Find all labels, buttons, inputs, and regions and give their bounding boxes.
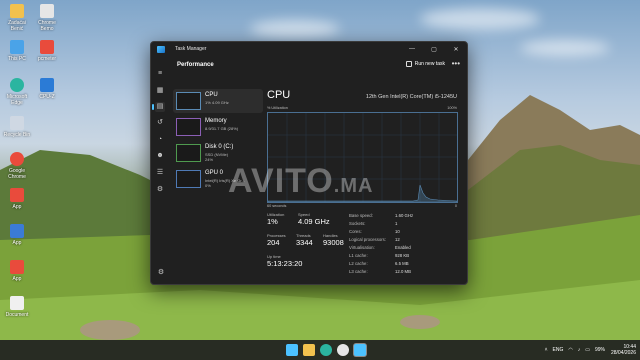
stat-utilization: Utilization 1% bbox=[267, 212, 285, 226]
chrome-icon bbox=[40, 4, 54, 18]
desktop-icon-google-chrome[interactable]: Google Chrome bbox=[2, 152, 32, 180]
cpu-mini-graph bbox=[176, 92, 201, 110]
taskbar: ˄ ENG ◠ ♪ ▭ 99% 10:44 28/04/2026 bbox=[0, 340, 640, 360]
run-new-task-button[interactable]: Run new task bbox=[405, 61, 445, 67]
folder-icon bbox=[10, 4, 24, 18]
document-icon bbox=[10, 296, 24, 310]
app-icon bbox=[10, 188, 24, 202]
edge-icon bbox=[10, 78, 24, 92]
app-icon bbox=[40, 78, 54, 92]
details-icon[interactable]: ☰ bbox=[155, 168, 165, 178]
app-history-icon[interactable]: ↺ bbox=[155, 118, 165, 128]
processor-name: 12th Gen Intel(R) Core(TM) i5-1245U bbox=[365, 94, 457, 100]
battery-icon[interactable]: ▭ bbox=[585, 347, 590, 353]
app-icon bbox=[10, 224, 24, 238]
battery-percent: 99% bbox=[594, 347, 605, 353]
chrome-icon bbox=[10, 152, 24, 166]
task-manager-icon bbox=[157, 45, 165, 53]
spec-row: Base speed: 1.60 GHz bbox=[349, 213, 414, 218]
spec-row: Logical processors: 12 bbox=[349, 237, 400, 242]
users-icon[interactable]: ☻ bbox=[155, 151, 165, 161]
page-header: Performance Run new task ••• bbox=[169, 56, 467, 74]
graph-label: % Utilization bbox=[267, 106, 288, 110]
task-manager-taskbar-icon[interactable] bbox=[354, 344, 366, 356]
processes-icon[interactable]: ▦ bbox=[155, 86, 165, 96]
stat-uptime: Up time 5:13:23:20 bbox=[267, 254, 303, 268]
desktop-icon-document[interactable]: Document bbox=[2, 296, 32, 318]
detail-title: CPU bbox=[267, 89, 291, 101]
nav-rail: ≡ ▦ ▤ ↺ ◔ ☻ ☰ ⚙ bbox=[151, 56, 169, 284]
performance-icon[interactable]: ▤ bbox=[152, 102, 165, 112]
desktop-icon-this-pc[interactable]: This PC bbox=[2, 40, 32, 62]
desktop-icon-recycle-bin[interactable]: Recycle Bin bbox=[2, 116, 32, 138]
stat-handles: Handles 93008 bbox=[323, 233, 344, 247]
graph-max-label: 100% bbox=[447, 106, 457, 110]
stat-speed: Speed 4.09 GHz bbox=[298, 212, 330, 226]
resource-card-memory[interactable]: Memory 8.9/31.7 GB (28%) bbox=[173, 115, 263, 139]
desktop-icon-app-3[interactable]: App bbox=[2, 260, 32, 282]
page-title: Performance bbox=[177, 62, 214, 68]
stat-threads: Threads 3344 bbox=[296, 233, 313, 247]
watermark: AVITO.MA bbox=[228, 162, 374, 200]
memory-mini-graph bbox=[176, 118, 201, 136]
volume-icon[interactable]: ♪ bbox=[578, 347, 581, 353]
language-indicator[interactable]: ENG bbox=[553, 347, 564, 353]
graph-zero-label: 0 bbox=[454, 204, 457, 208]
edge-icon[interactable] bbox=[320, 344, 332, 356]
run-task-icon bbox=[405, 61, 412, 67]
desktop-icon-pcmeter[interactable]: pcmeter bbox=[32, 40, 62, 62]
disk-mini-graph bbox=[176, 144, 201, 162]
desktop-icon-app-1[interactable]: App bbox=[2, 188, 32, 210]
spec-row: Cores: 10 bbox=[349, 229, 400, 234]
settings-gear-icon[interactable]: ⚙ bbox=[156, 268, 166, 278]
desktop-icon-cpuz[interactable]: CPU-Z bbox=[32, 78, 62, 100]
pc-icon bbox=[10, 40, 24, 54]
spec-row: Virtualisation: Enabled bbox=[349, 245, 411, 250]
minimize-button[interactable]: — bbox=[401, 42, 423, 56]
close-button[interactable]: ✕ bbox=[445, 42, 467, 56]
desktop-icon-edge[interactable]: Microsoft Edge bbox=[2, 78, 32, 106]
desktop-icon-chrome-bemo[interactable]: Chrome Bemo bbox=[32, 4, 62, 32]
tray-chevron-icon[interactable]: ˄ bbox=[545, 347, 548, 353]
recycle-bin-icon bbox=[10, 116, 24, 130]
file-explorer-icon[interactable] bbox=[303, 344, 315, 356]
system-tray: ˄ ENG ◠ ♪ ▭ 99% 10:44 28/04/2026 bbox=[540, 340, 636, 360]
startup-apps-icon[interactable]: ◔ bbox=[155, 135, 165, 145]
stat-processes: Processes 204 bbox=[267, 233, 286, 247]
desktop-icon-folder[interactable]: Zadaćai Benić bbox=[2, 4, 32, 32]
desktop-icon-app-2[interactable]: App bbox=[2, 224, 32, 246]
spec-row: L1 cache: 928 KB bbox=[349, 253, 410, 258]
spec-row: L3 cache: 12.0 MB bbox=[349, 269, 412, 274]
hamburger-menu-icon[interactable]: ≡ bbox=[155, 69, 165, 79]
gpu-mini-graph bbox=[176, 170, 201, 188]
windows-start-icon[interactable] bbox=[286, 344, 298, 356]
resource-card-cpu[interactable]: CPU 1% 4.09 GHz bbox=[173, 89, 263, 113]
more-options-icon[interactable]: ••• bbox=[452, 59, 460, 68]
wifi-icon[interactable]: ◠ bbox=[568, 347, 572, 353]
chrome-icon[interactable] bbox=[337, 344, 349, 356]
services-icon[interactable]: ⚙ bbox=[155, 185, 165, 195]
maximize-button[interactable]: ▢ bbox=[423, 42, 445, 56]
window-title: Task Manager bbox=[175, 46, 207, 52]
clock[interactable]: 10:44 28/04/2026 bbox=[611, 344, 636, 356]
spec-row: Sockets: 1 bbox=[349, 221, 398, 226]
app-icon bbox=[10, 260, 24, 274]
spec-row: L2 cache: 6.5 MB bbox=[349, 261, 409, 266]
title-bar[interactable]: Task Manager — ▢ ✕ bbox=[151, 42, 467, 56]
graph-seconds-label: 60 seconds bbox=[267, 204, 287, 208]
window-controls: — ▢ ✕ bbox=[401, 42, 467, 56]
app-icon bbox=[40, 40, 54, 54]
